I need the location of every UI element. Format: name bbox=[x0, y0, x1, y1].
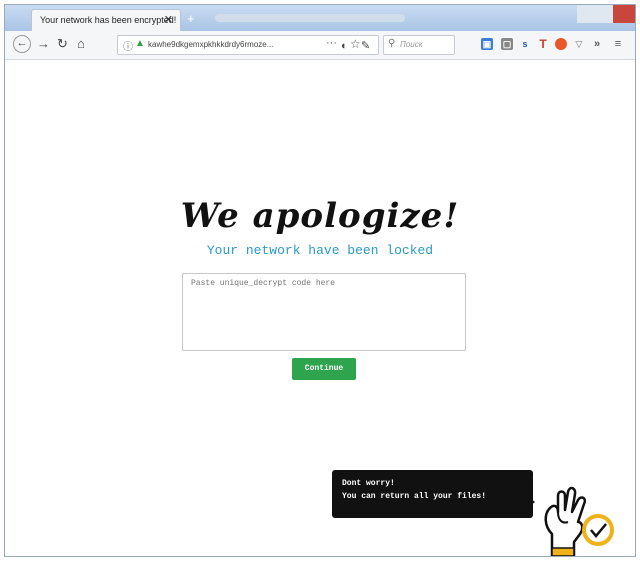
window-controls bbox=[577, 5, 635, 23]
address-bar[interactable]: ⓘ ▲ kawhe9dkgemxpkhkkdrdy6rmoze... ··· ☆ bbox=[117, 35, 379, 55]
extension-icon-2[interactable]: ▢ bbox=[501, 38, 513, 50]
extension-icon-6[interactable]: ▽ bbox=[573, 38, 585, 50]
continue-button[interactable]: Continue bbox=[292, 358, 356, 380]
search-icon: ⚲ bbox=[388, 38, 396, 49]
reassurance-tooltip: Dont worry! You can return all your file… bbox=[332, 470, 533, 518]
tooltip-tail bbox=[525, 494, 535, 510]
tracking-icon[interactable]: ✎ bbox=[361, 38, 370, 54]
page-title: We apologize! bbox=[180, 196, 460, 236]
ok-hand-icon bbox=[544, 486, 614, 556]
browser-window: Your network has been encrypted! ✕ + ← →… bbox=[4, 4, 636, 557]
navigation-toolbar: ← → ↻ ⌂ ⓘ ▲ kawhe9dkgemxpkhkkdrdy6rmoze.… bbox=[5, 31, 635, 60]
search-box[interactable]: ⚲ Поиск bbox=[383, 35, 455, 55]
search-placeholder: Поиск bbox=[400, 40, 423, 49]
menu-icon[interactable]: ≡ bbox=[612, 38, 624, 50]
decrypt-code-input[interactable] bbox=[182, 273, 466, 351]
maximize-button[interactable] bbox=[595, 5, 613, 23]
info-icon[interactable]: ⓘ bbox=[123, 38, 133, 53]
browser-tab[interactable]: Your network has been encrypted! ✕ bbox=[31, 9, 181, 31]
close-icon[interactable]: ✕ bbox=[164, 13, 173, 26]
home-icon[interactable]: ⌂ bbox=[77, 36, 85, 52]
extension-icon-5[interactable] bbox=[555, 38, 567, 50]
star-icon[interactable]: ☆ bbox=[350, 37, 361, 51]
title-bar-blur bbox=[215, 14, 405, 22]
extension-icon-1[interactable]: ▣ bbox=[481, 38, 493, 50]
tab-title: Your network has been encrypted! bbox=[40, 15, 177, 25]
page-subtitle: Your network have been locked bbox=[206, 243, 434, 258]
shield-icon[interactable]: ◐ bbox=[341, 38, 348, 54]
back-icon[interactable]: ← bbox=[13, 35, 31, 53]
lock-icon: ▲ bbox=[135, 38, 145, 49]
overflow-icon[interactable]: » bbox=[591, 38, 603, 50]
window-close-button[interactable] bbox=[613, 5, 635, 23]
extension-icon-4[interactable]: T bbox=[537, 38, 549, 50]
page-content: We apologize! Your network have been loc… bbox=[5, 60, 635, 556]
forward-icon[interactable]: → bbox=[37, 36, 50, 52]
reload-icon[interactable]: ↻ bbox=[57, 36, 68, 52]
minimize-button[interactable] bbox=[577, 5, 595, 23]
page-actions-icon[interactable]: ··· bbox=[326, 37, 337, 49]
title-bar: Your network has been encrypted! ✕ + bbox=[5, 5, 635, 31]
extension-icon-3[interactable]: s bbox=[519, 38, 531, 50]
tooltip-line-1: Dont worry! bbox=[342, 479, 395, 488]
new-tab-icon[interactable]: + bbox=[187, 11, 195, 26]
url-text[interactable]: kawhe9dkgemxpkhkkdrdy6rmoze... bbox=[148, 40, 318, 49]
tooltip-line-2: You can return all your files! bbox=[342, 492, 487, 501]
